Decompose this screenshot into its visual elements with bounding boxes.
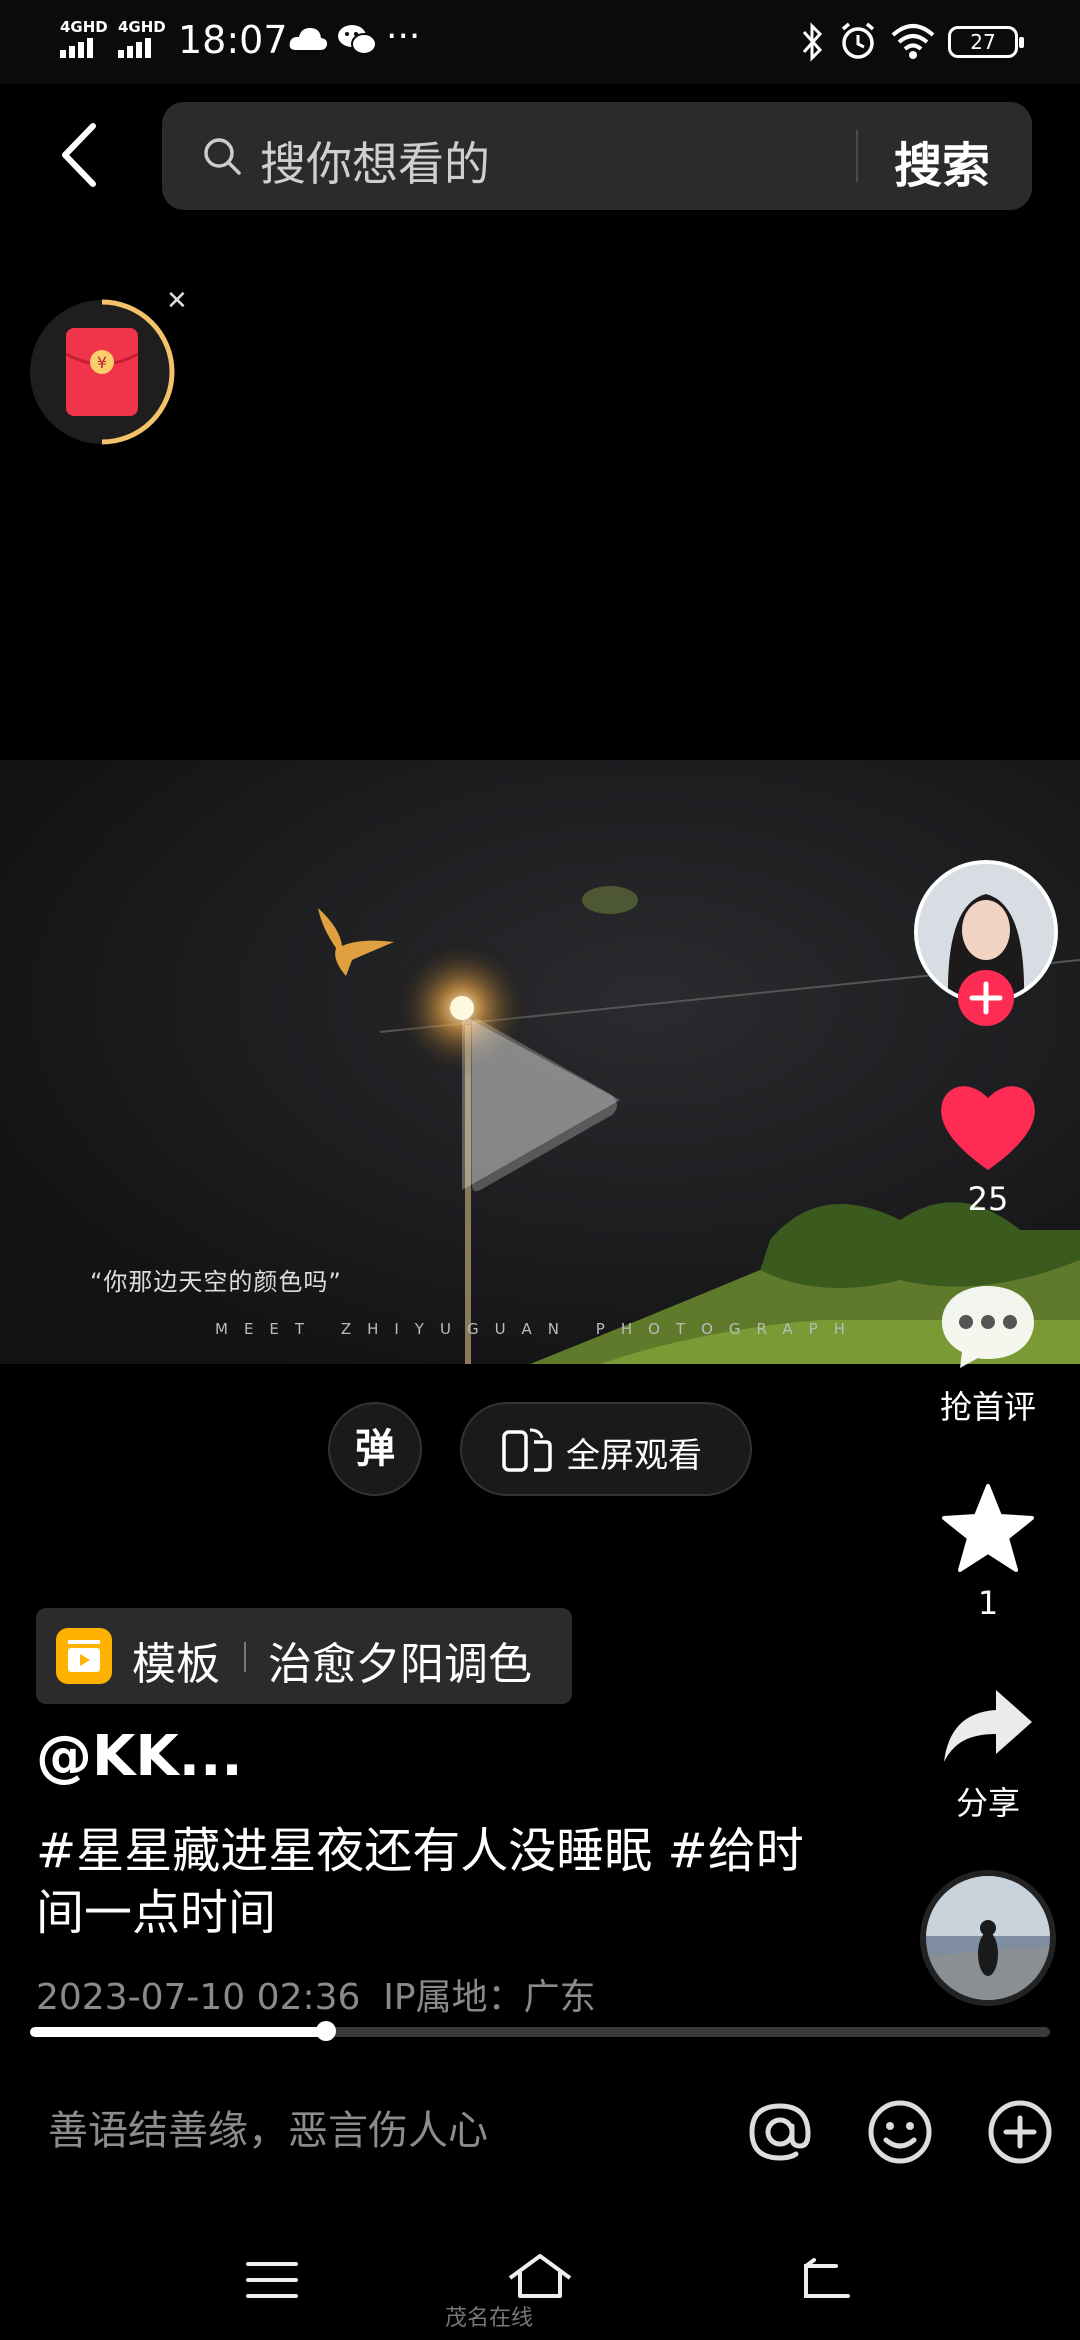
red-packet-close-icon[interactable]: ✕ xyxy=(166,286,188,316)
comment-bubble-icon[interactable] xyxy=(938,1282,1038,1372)
video-caption: “你那边天空的颜色吗” xyxy=(90,1268,342,1296)
follow-button[interactable] xyxy=(958,970,1014,1026)
video-watermark: MEET ZHIYUGUAN PHOTOGRAPH xyxy=(215,1320,861,1338)
red-envelope-icon: ¥ xyxy=(65,328,139,416)
plus-icon xyxy=(969,981,1003,1015)
template-tag[interactable]: 模板 治愈夕阳调色 xyxy=(36,1608,572,1704)
post-date: 2023-07-10 02:36 xyxy=(36,1977,361,2018)
ip-location: IP属地：广东 xyxy=(383,1977,596,2018)
home-icon[interactable] xyxy=(504,2250,576,2302)
post-meta: 2023-07-10 02:36 IP属地：广东 xyxy=(36,1968,596,2020)
network-label-1: 4GHD xyxy=(60,18,108,36)
like-count: 25 xyxy=(967,1180,1009,1218)
site-watermark: 茂名在线 xyxy=(445,2306,534,2331)
progress-fill xyxy=(30,2027,326,2037)
template-name: 治愈夕阳调色 xyxy=(268,1639,532,1690)
template-clapper-icon xyxy=(56,1628,112,1684)
network-label-2: 4GHD xyxy=(118,18,166,36)
fullscreen-label: 全屏观看 xyxy=(566,1436,702,1476)
battery-icon: 27 xyxy=(948,26,1024,58)
progress-knob[interactable] xyxy=(315,2021,336,2041)
search-button[interactable]: 搜索 xyxy=(894,126,990,196)
author-name[interactable]: @KK... xyxy=(36,1724,243,1789)
share-arrow-icon[interactable] xyxy=(940,1686,1036,1766)
favorite-count: 1 xyxy=(977,1584,999,1622)
template-separator xyxy=(244,1642,246,1672)
clock: 18:07 xyxy=(178,18,288,62)
system-nav-bar xyxy=(0,2220,1080,2340)
emoji-icon[interactable] xyxy=(864,2096,936,2168)
add-icon[interactable] xyxy=(984,2096,1056,2168)
battery-level: 27 xyxy=(970,30,996,54)
red-packet-widget[interactable]: ¥ xyxy=(30,299,175,445)
music-disc[interactable] xyxy=(920,1870,1056,2006)
video-progress-bar[interactable] xyxy=(30,2021,1050,2041)
template-label: 模板 xyxy=(132,1639,220,1690)
status-bar: 4GHD 4GHD 18:07 ··· 27 xyxy=(0,0,1080,84)
cloud-icon xyxy=(289,28,328,50)
signal-icon-2 xyxy=(118,38,166,58)
search-icon xyxy=(204,138,241,175)
comment-label[interactable]: 抢首评 xyxy=(908,1382,1068,1428)
back-arrow-icon[interactable] xyxy=(55,120,105,190)
share-label[interactable]: 分享 xyxy=(908,1778,1068,1824)
menu-icon[interactable] xyxy=(244,2258,300,2302)
more-notifications: ··· xyxy=(386,16,421,57)
back-nav-icon[interactable] xyxy=(796,2256,852,2304)
danmaku-toggle-button[interactable]: 弹 xyxy=(328,1402,422,1496)
video-player[interactable]: “你那边天空的颜色吗” MEET ZHIYUGUAN PHOTOGRAPH xyxy=(0,760,1080,1364)
search-divider xyxy=(856,130,858,182)
favorite-star-icon[interactable] xyxy=(940,1482,1036,1574)
wechat-icon xyxy=(338,25,377,55)
bluetooth-icon xyxy=(802,22,823,62)
search-bar[interactable]: 搜你想看的 搜索 xyxy=(162,102,1032,210)
rotate-screen-icon xyxy=(502,1428,552,1472)
comment-input[interactable]: 善语结善缘，恶言伤人心 xyxy=(48,2098,488,2156)
signal-icon xyxy=(60,38,108,58)
svg-text:¥: ¥ xyxy=(97,353,107,372)
search-input[interactable]: 搜你想看的 xyxy=(260,128,490,194)
wifi-icon xyxy=(891,24,935,59)
post-description[interactable]: #星星藏进星夜还有人没睡眠 #给时间一点时间 xyxy=(36,1820,826,1944)
play-icon[interactable] xyxy=(462,1015,622,1195)
alarm-icon xyxy=(841,22,875,59)
like-heart-icon[interactable] xyxy=(938,1080,1038,1172)
music-cover-image xyxy=(926,1876,1050,2000)
fullscreen-button[interactable]: 全屏观看 xyxy=(460,1402,752,1496)
mention-icon[interactable] xyxy=(744,2096,816,2168)
